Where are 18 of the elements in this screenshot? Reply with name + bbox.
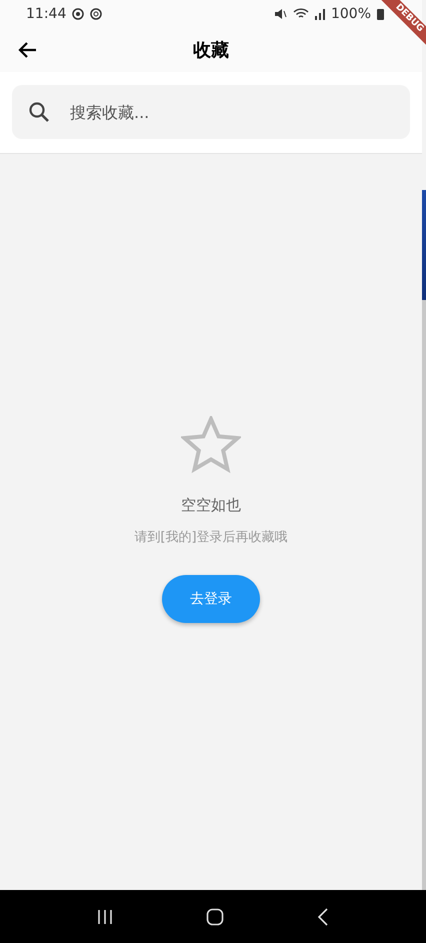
battery-percent: 100% — [330, 6, 371, 22]
wifi-icon — [292, 8, 309, 20]
page-title: 收藏 — [193, 39, 229, 62]
clock-time: 11:44 — [26, 6, 66, 22]
status-circle-icon — [90, 8, 102, 20]
battery-icon — [377, 8, 384, 20]
search-icon — [28, 101, 50, 123]
rounded-square-icon — [206, 908, 224, 926]
mute-icon — [274, 8, 287, 20]
login-button[interactable]: 去登录 — [162, 575, 260, 623]
status-circle-icon — [72, 8, 84, 20]
empty-message: 请到[我的]登录后再收藏哦 — [134, 529, 288, 546]
star-icon — [181, 416, 241, 474]
empty-title: 空空如也 — [181, 496, 241, 515]
search-field[interactable]: 搜索收藏... — [12, 85, 410, 139]
three-lines-icon — [96, 908, 114, 926]
signal-icon — [314, 8, 325, 20]
chevron-left-icon — [316, 908, 330, 926]
